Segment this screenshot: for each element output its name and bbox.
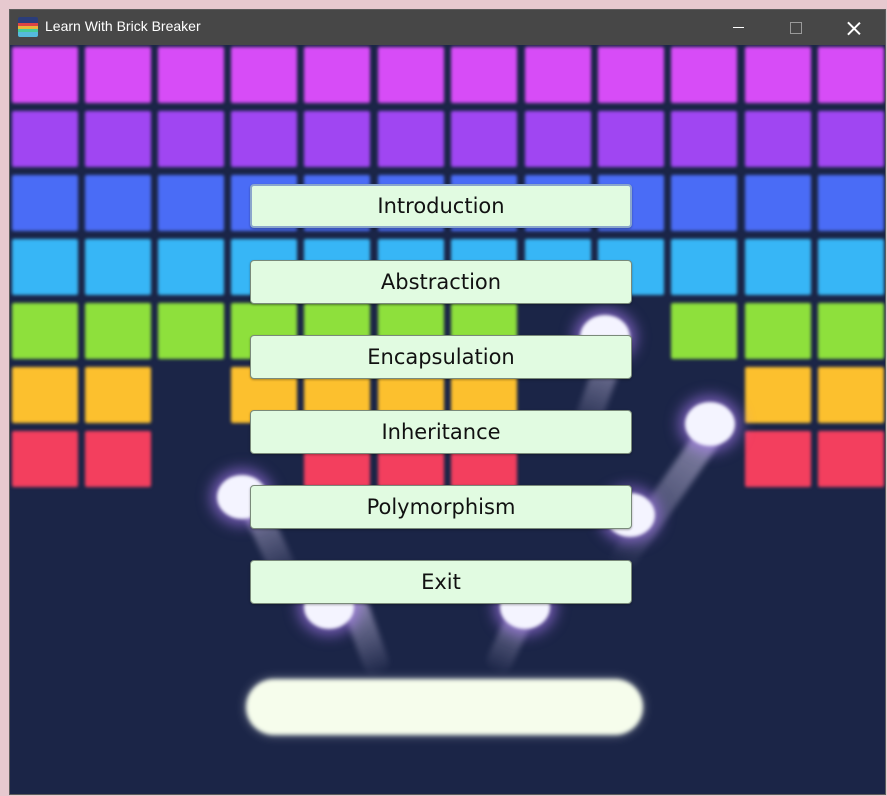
- abstraction-button[interactable]: Abstraction: [250, 260, 632, 304]
- window-title: Learn With Brick Breaker: [45, 18, 201, 34]
- game-window: Learn With Brick Breaker Introduction Ab…: [9, 9, 886, 795]
- polymorphism-button[interactable]: Polymorphism: [250, 485, 632, 529]
- exit-button[interactable]: Exit: [250, 560, 632, 604]
- introduction-button[interactable]: Introduction: [250, 184, 632, 228]
- inheritance-button[interactable]: Inheritance: [250, 410, 632, 454]
- title-bar[interactable]: Learn With Brick Breaker: [10, 10, 885, 45]
- minimize-button[interactable]: [709, 10, 767, 45]
- encapsulation-button[interactable]: Encapsulation: [250, 335, 632, 379]
- minimize-icon: [732, 27, 744, 28]
- paddle: [246, 679, 643, 735]
- brick-breaker-app-icon: [18, 17, 38, 37]
- close-icon: [847, 21, 861, 35]
- close-button[interactable]: [825, 10, 883, 45]
- maximize-icon: [790, 21, 802, 34]
- maximize-button[interactable]: [767, 10, 825, 45]
- ball: [685, 402, 735, 446]
- game-area: Introduction Abstraction Encapsulation I…: [10, 45, 885, 794]
